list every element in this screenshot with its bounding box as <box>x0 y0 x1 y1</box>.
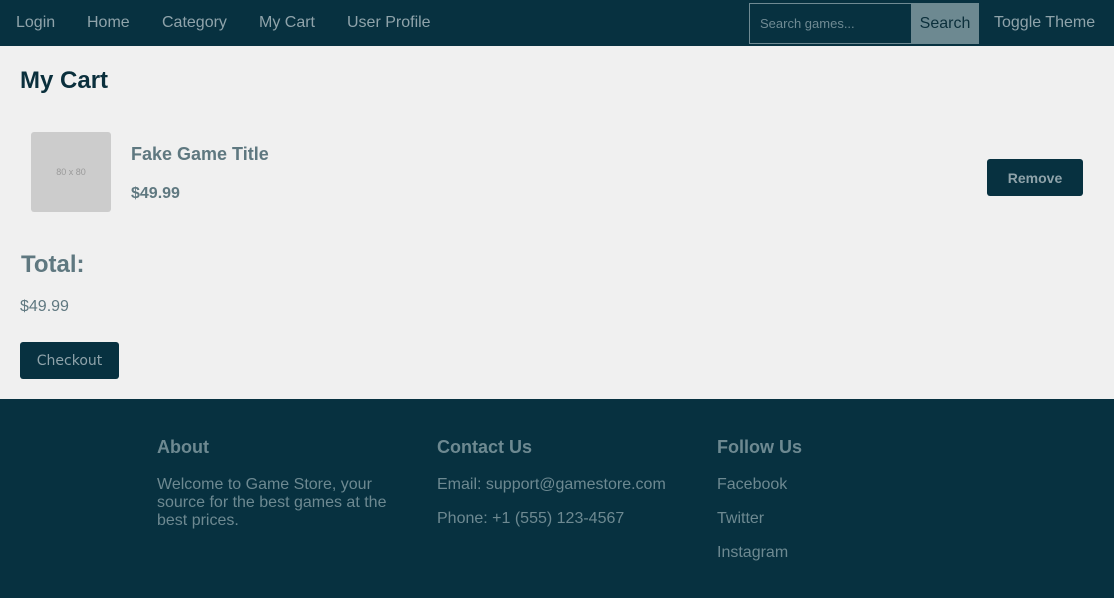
nav-login-link[interactable]: Login <box>16 0 55 46</box>
footer-contact-heading: Contact Us <box>437 437 533 457</box>
footer: About Welcome to Game Store, your source… <box>0 399 1114 598</box>
nav-home-link[interactable]: Home <box>87 0 130 46</box>
thumbnail-placeholder-label: 80 x 80 <box>56 167 86 177</box>
footer-facebook-link[interactable]: Facebook <box>717 476 787 494</box>
search-input[interactable] <box>749 3 911 44</box>
footer-about-text: Welcome to Game Store, your source for t… <box>157 476 387 529</box>
total-label: Total: <box>21 251 85 278</box>
cart-item-price: $49.99 <box>131 185 180 202</box>
footer-contact-email: Email: support@gamestore.com <box>437 476 666 493</box>
toggle-theme-link[interactable]: Toggle Theme <box>994 0 1095 46</box>
top-navbar: Login Home Category My Cart User Profile… <box>0 0 1114 46</box>
cart-item-title: Fake Game Title <box>131 144 269 164</box>
footer-contact-phone: Phone: +1 (555) 123-4567 <box>437 510 625 527</box>
footer-about-heading: About <box>157 437 209 457</box>
remove-item-button[interactable]: Remove <box>987 159 1083 196</box>
nav-category-link[interactable]: Category <box>162 0 227 46</box>
cart-item-thumbnail: 80 x 80 <box>31 132 111 212</box>
nav-user-profile-link[interactable]: User Profile <box>347 0 431 46</box>
total-value: $49.99 <box>20 298 69 315</box>
checkout-button[interactable]: Checkout <box>20 342 119 379</box>
page-title: My Cart <box>20 67 109 94</box>
footer-twitter-link[interactable]: Twitter <box>717 510 764 528</box>
nav-my-cart-link[interactable]: My Cart <box>259 0 315 46</box>
footer-instagram-link[interactable]: Instagram <box>717 544 788 562</box>
footer-follow-heading: Follow Us <box>717 437 802 457</box>
search-button[interactable]: Search <box>911 3 979 44</box>
